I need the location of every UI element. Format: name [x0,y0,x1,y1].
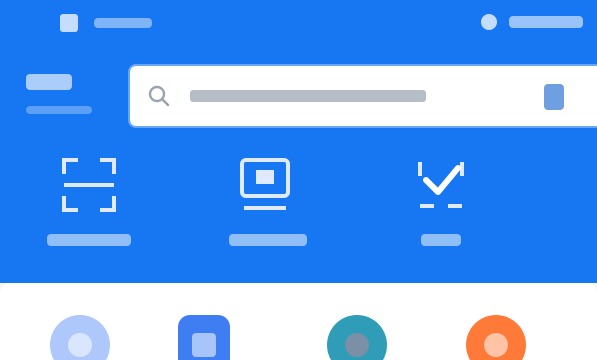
status-text-placeholder [94,18,152,28]
orange-service-icon[interactable] [466,315,526,360]
scan-frame-icon [54,150,124,220]
header [0,0,597,283]
app-icon-glyph [484,333,508,357]
quick-action-card[interactable] [205,146,325,262]
search-button[interactable] [544,84,564,110]
globe-icon[interactable] [327,315,387,360]
search-bar[interactable] [130,66,597,126]
check-mark-icon [406,150,476,220]
search-placeholder-glyphs [190,90,426,102]
quick-action-label-glyphs [421,234,461,246]
app-screen [0,0,597,360]
search-icon [146,83,172,109]
card-reader-icon [230,150,300,220]
status-right [481,14,583,30]
notification-icon [60,14,78,32]
city-name-glyphs [26,74,72,90]
time-battery-placeholder [509,16,583,28]
app-icon-glyph [192,333,216,357]
city-subtitle-glyphs [26,106,92,114]
document-icon[interactable] [178,315,230,360]
quick-action-scan[interactable] [29,146,149,262]
city-selector[interactable] [14,64,110,130]
signal-icon [481,14,497,30]
app-icon-glyph [68,333,92,357]
status-left [60,14,152,32]
app-icon-glyph [345,333,369,357]
quick-action-label-glyphs [47,234,131,246]
status-bar [0,0,597,50]
quick-action-check[interactable] [381,146,501,262]
quick-action-label-glyphs [229,234,307,246]
app-icon-strip [0,283,597,360]
clock-icon[interactable] [50,315,110,360]
